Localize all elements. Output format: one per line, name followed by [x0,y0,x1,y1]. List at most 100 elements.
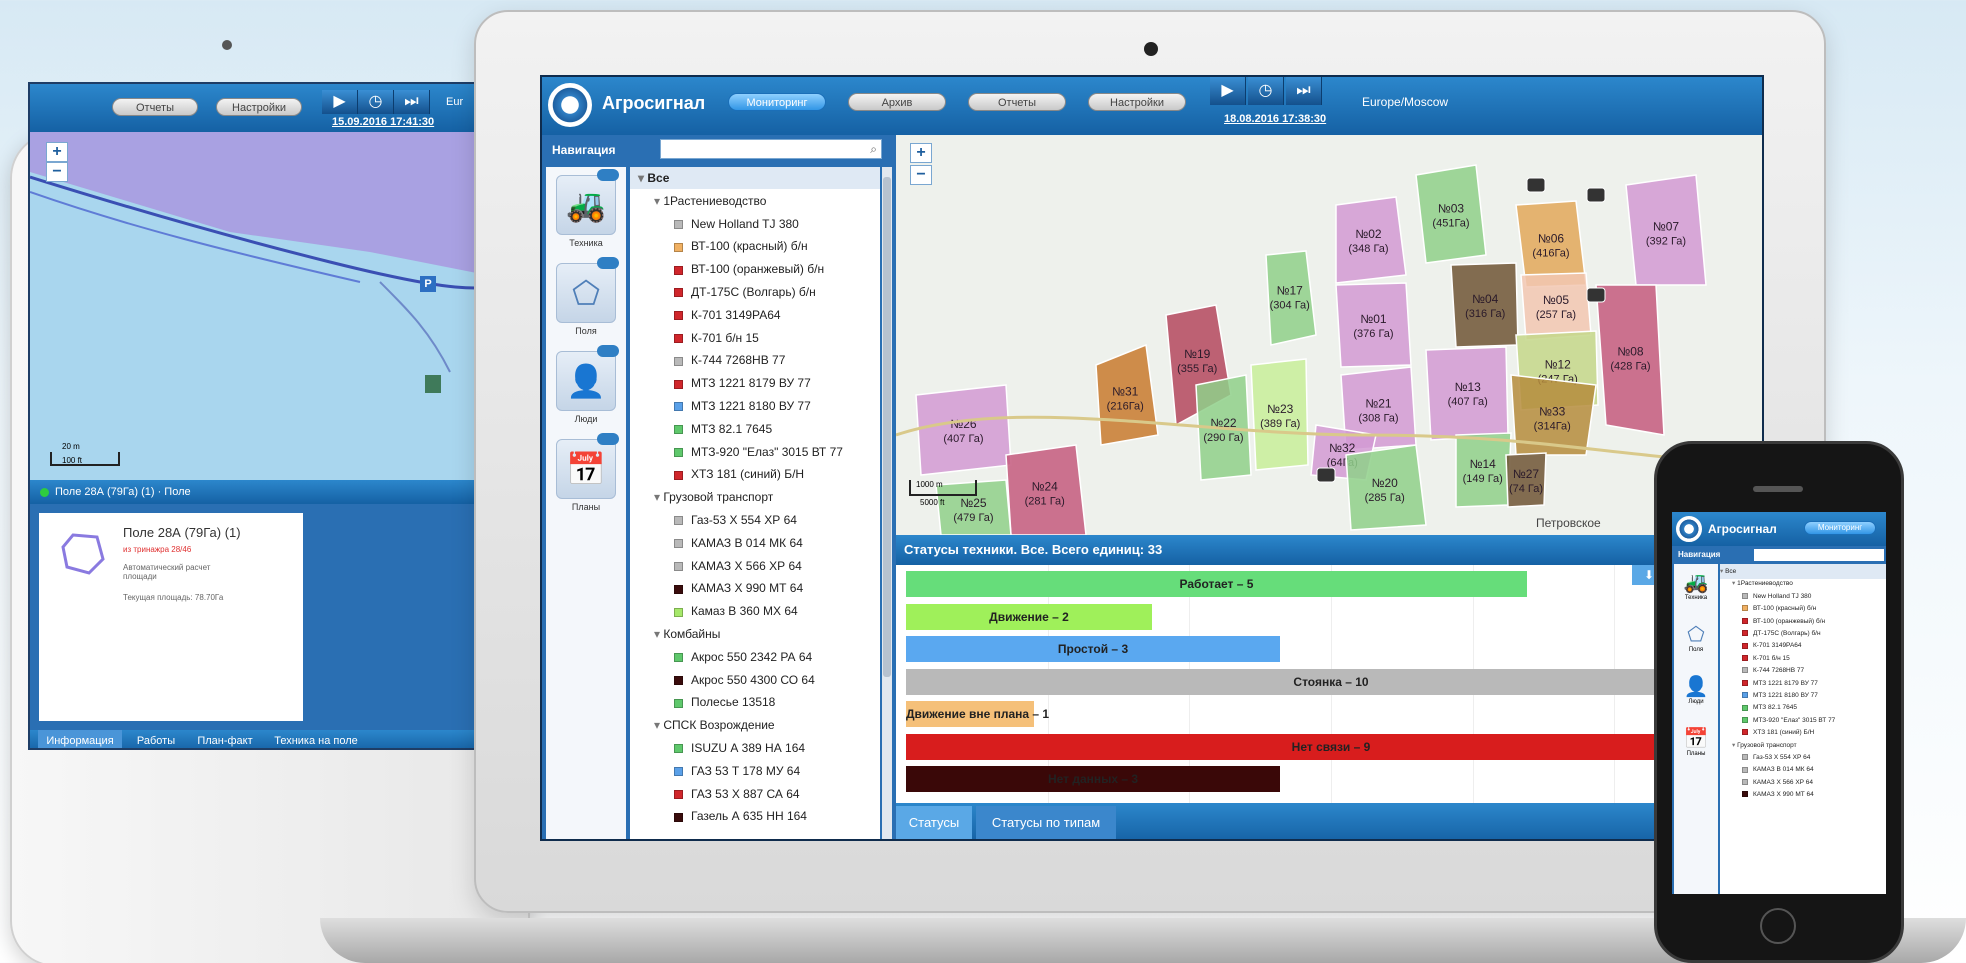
tree-item[interactable]: ISUZU А 389 НА 164 [674,737,805,759]
phone-monitoring-button[interactable]: Мониторинг [1804,521,1876,535]
expand-arrow-icon[interactable]: ▾ [654,490,663,504]
tree-item[interactable]: Акрос 550 4300 СО 64 [674,669,815,691]
vehicle-marker-icon[interactable] [1526,177,1546,193]
map-field[interactable]: №04 (316 Га) [1450,262,1519,348]
navigation-search-input[interactable]: ⌕ [660,139,882,159]
tree-item[interactable]: Газ-53 Х 554 ХР 64 [674,509,797,531]
tablet-tab-plan-fact[interactable]: План-факт [190,730,260,748]
tablet-zoom-in-button[interactable]: + [46,142,68,162]
nav-people[interactable]: 👤 Люди [549,345,623,424]
tree-item[interactable]: КАМАЗ Х 990 МТ 64 [674,577,803,599]
tree-item[interactable]: ВТ-100 (красный) б/н [674,235,808,257]
phone-nav-fields[interactable]: ⬠ Поля [1678,622,1714,653]
map-field[interactable]: №26(407 Га) [915,384,1012,476]
tablet-reports-button[interactable]: Отчеты [112,98,198,116]
tablet-map[interactable] [30,132,520,480]
tree-item[interactable]: New Holland TJ 380 [674,213,799,235]
tree-item[interactable]: К-701 3149РА64 [674,304,781,326]
map-field[interactable]: №23 (389 Га) [1250,358,1309,471]
tree-item[interactable]: К-744 7268НВ 77 [674,349,785,371]
status-bar[interactable]: Нет связи – 9 [906,733,1756,760]
tablet-zoom-out-button[interactable]: − [46,162,68,182]
tree-item[interactable]: ДТ-175С (Волгарь) б/н [674,281,816,303]
status-bar[interactable]: Работает – 5 [906,571,1527,597]
map-field[interactable]: №02 (348 Га) [1335,196,1407,284]
nav-settings-button[interactable]: Настройки [1088,93,1186,111]
map-field[interactable]: №08 (428 Га) [1595,284,1665,436]
tree-group[interactable]: ▾ СПСК Возрождение [654,714,775,736]
status-bar[interactable]: Движение – 2 [906,603,1152,630]
tablet-tab-equipment[interactable]: Техника на поле [264,730,368,748]
map-field[interactable]: №03 (451Га) [1415,164,1487,264]
tree-group[interactable]: ▾ Комбайны [654,623,720,645]
status-bar[interactable]: Движение вне плана – 1 [906,701,1049,727]
vehicle-marker-icon[interactable] [1316,467,1336,483]
tree-item[interactable]: КАМАЗ В 014 МК 64 [674,532,803,554]
tablet-field-card[interactable]: Поле 28А (79Га) (1) из тринажра 28/46 Ав… [36,510,306,724]
tablet-parking-marker[interactable]: P [420,276,436,292]
tab-statuses[interactable]: Статусы [896,806,972,839]
nav-archive-button[interactable]: Архив [848,93,946,111]
tablet-tab-info[interactable]: Информация [38,730,122,748]
tablet-tab-works[interactable]: Работы [126,730,186,748]
tablet-skip-end-icon[interactable]: ⏭ [394,90,430,114]
map-field[interactable]: №13 (407 Га) [1425,346,1509,441]
skip-end-icon[interactable]: ⏭ [1286,77,1322,105]
tree-item[interactable]: К-701 б/н 15 [674,327,759,349]
tree-item[interactable]: Камаз В 360 МХ 64 [674,600,798,622]
tablet-datetime[interactable]: 15.09.2016 17:41:30 [332,116,434,128]
tree-item[interactable]: Газель А 635 НН 164 [674,805,807,827]
phone-tree-item[interactable]: КАМАЗ Х 990 МТ 64 [1742,787,1814,802]
map-zoom-in-button[interactable]: + [910,143,932,163]
tree-item[interactable]: ГАЗ 53 Т 178 МУ 64 [674,760,800,782]
map-field[interactable]: №20 (285 Га) [1345,444,1427,531]
status-bar[interactable]: Простой – 3 [906,636,1280,662]
vehicle-marker-icon[interactable] [1586,287,1606,303]
tablet-play-icon[interactable]: ▶ [322,90,358,114]
expand-arrow-icon[interactable]: ▾ [638,171,647,185]
tree-group[interactable]: ▾ Грузовой транспорт [654,486,773,508]
tree-item[interactable]: ГАЗ 53 Х 887 СА 64 [674,783,800,805]
expand-arrow-icon[interactable]: ▾ [654,627,663,641]
status-bar[interactable]: Стоянка – 10 [906,668,1756,695]
tree-item[interactable]: Полесье 13518 [674,691,775,713]
expand-arrow-icon[interactable]: ▾ [654,194,663,208]
map-field[interactable]: №05 (257 Га) [1520,272,1592,341]
tree-scrollbar[interactable] [882,167,892,839]
play-icon[interactable]: ▶ [1210,77,1246,105]
tree-root[interactable]: ▾ Все [630,167,880,189]
phone-nav-equipment[interactable]: 🚜 Техника [1678,570,1714,601]
map-zoom-out-button[interactable]: − [910,165,932,185]
map-field[interactable]: №14 (149 Га) [1455,432,1512,508]
map-field[interactable]: №25 (479 Га) [935,479,1012,535]
vehicle-marker-icon[interactable] [1586,187,1606,203]
tree-item[interactable]: МТЗ-920 "Елаз" 3015 ВТ 77 [674,441,843,463]
monitoring-map[interactable]: №02 (348 Га) №03 (451Га) №06 (416Га) №07 (392 Г… [896,135,1764,535]
nav-fields[interactable]: ⬠ Поля [549,257,623,336]
tree-scrollbar-thumb[interactable] [883,177,891,677]
tablet-history-icon[interactable]: ◷ [358,90,394,114]
phone-nav-plans[interactable]: 📅 Планы [1678,726,1714,757]
map-field[interactable]: №01 (376 Га) [1335,282,1412,368]
tree-item[interactable]: КАМАЗ Х 566 ХР 64 [674,555,802,577]
nav-plans[interactable]: 📅 Планы [549,433,623,512]
nav-reports-button[interactable]: Отчеты [968,93,1066,111]
tree-item[interactable]: ХТЗ 181 (синий) Б/Н [674,463,804,485]
nav-monitoring-button[interactable]: Мониторинг [728,93,826,111]
history-icon[interactable]: ◷ [1248,77,1284,105]
tablet-settings-button[interactable]: Настройки [216,98,302,116]
tree-item[interactable]: Акрос 550 2342 РА 64 [674,646,812,668]
tree-item[interactable]: ВТ-100 (оранжевый) б/н [674,258,824,280]
map-field[interactable]: №27 (74 Га) [1505,452,1547,508]
tab-statuses-by-type[interactable]: Статусы по типам [976,806,1116,839]
phone-search-input[interactable] [1754,549,1884,561]
map-field[interactable]: №07 (392 Га) [1625,174,1707,286]
expand-arrow-icon[interactable]: ▾ [654,718,663,732]
tree-item[interactable]: МТЗ 1221 8180 ВУ 77 [674,395,811,417]
current-datetime[interactable]: 18.08.2016 17:38:30 [1224,113,1326,125]
tree-item[interactable]: МТЗ 82.1 7645 [674,418,772,440]
tree-item[interactable]: МТЗ 1221 8179 ВУ 77 [674,372,811,394]
status-bar[interactable]: Нет данных – 3 [906,766,1280,792]
nav-equipment[interactable]: 🚜 Техника [549,169,623,248]
map-field[interactable]: №24 (281 Га) [1005,444,1087,535]
